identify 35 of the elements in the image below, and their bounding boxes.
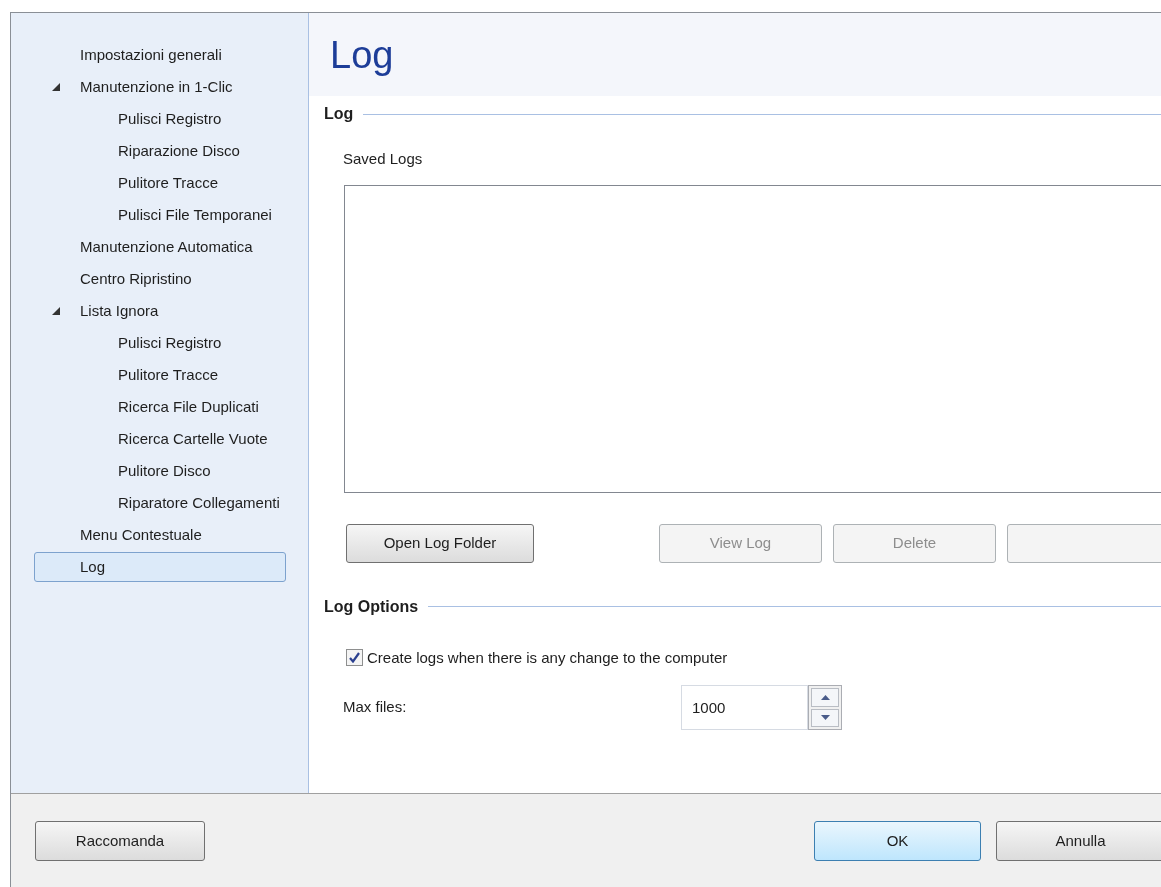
expand-triangle-icon[interactable] [52, 307, 60, 315]
tree-item[interactable]: Pulitore Tracce [118, 360, 219, 390]
checkbox[interactable] [346, 649, 363, 667]
tree-item[interactable]: Riparatore Collegamenti [118, 488, 280, 518]
ok-button[interactable]: OK [814, 821, 981, 861]
group-title: Log [324, 104, 354, 124]
action-button[interactable]: Open Log Folder [346, 523, 534, 563]
tree-item[interactable]: Menu Contestuale [80, 520, 202, 550]
tree-item[interactable]: Log [34, 552, 286, 582]
tree-item[interactable]: Ricerca Cartelle Vuote [118, 424, 268, 454]
down-arrow-icon [820, 715, 830, 721]
tree-item[interactable]: Pulisci Registro [118, 328, 222, 358]
tree-item[interactable]: Centro Ripristino [80, 264, 192, 294]
cancel-button[interactable]: Annulla [996, 821, 1161, 861]
tree-item[interactable]: Ricerca File Duplicati [118, 392, 259, 422]
up-arrow-icon [820, 694, 830, 700]
tree-item[interactable]: Manutenzione in 1-Clic [80, 72, 233, 102]
spin-buttons[interactable] [808, 685, 842, 730]
expand-triangle-icon[interactable] [52, 83, 60, 91]
checkbox-label: Create logs when there is any change to the computer [367, 647, 728, 668]
tree-item[interactable]: Lista Ignora [80, 296, 159, 326]
tree-item[interactable]: Pulitore Tracce [118, 168, 219, 198]
tree-item[interactable]: Pulisci Registro [118, 104, 222, 134]
group-title: Log Options [324, 596, 419, 617]
checkmark-icon [349, 652, 360, 664]
recommend-button[interactable]: Raccomanda [35, 821, 205, 861]
tree-item[interactable]: Manutenzione Automatica [80, 232, 253, 262]
tree-item[interactable]: Pulitore Disco [118, 456, 211, 486]
page-title: Log [330, 35, 394, 74]
tree-item[interactable]: Pulisci File Temporanei [118, 200, 272, 230]
max-files-field[interactable]: 1000 [681, 685, 808, 730]
max-files-label: Max files: [343, 697, 408, 718]
saved-logs-label: Saved Logs [343, 149, 423, 169]
tree-item[interactable]: Riparazione Disco [118, 136, 240, 166]
tree-item[interactable]: Impostazioni generali [80, 40, 222, 70]
